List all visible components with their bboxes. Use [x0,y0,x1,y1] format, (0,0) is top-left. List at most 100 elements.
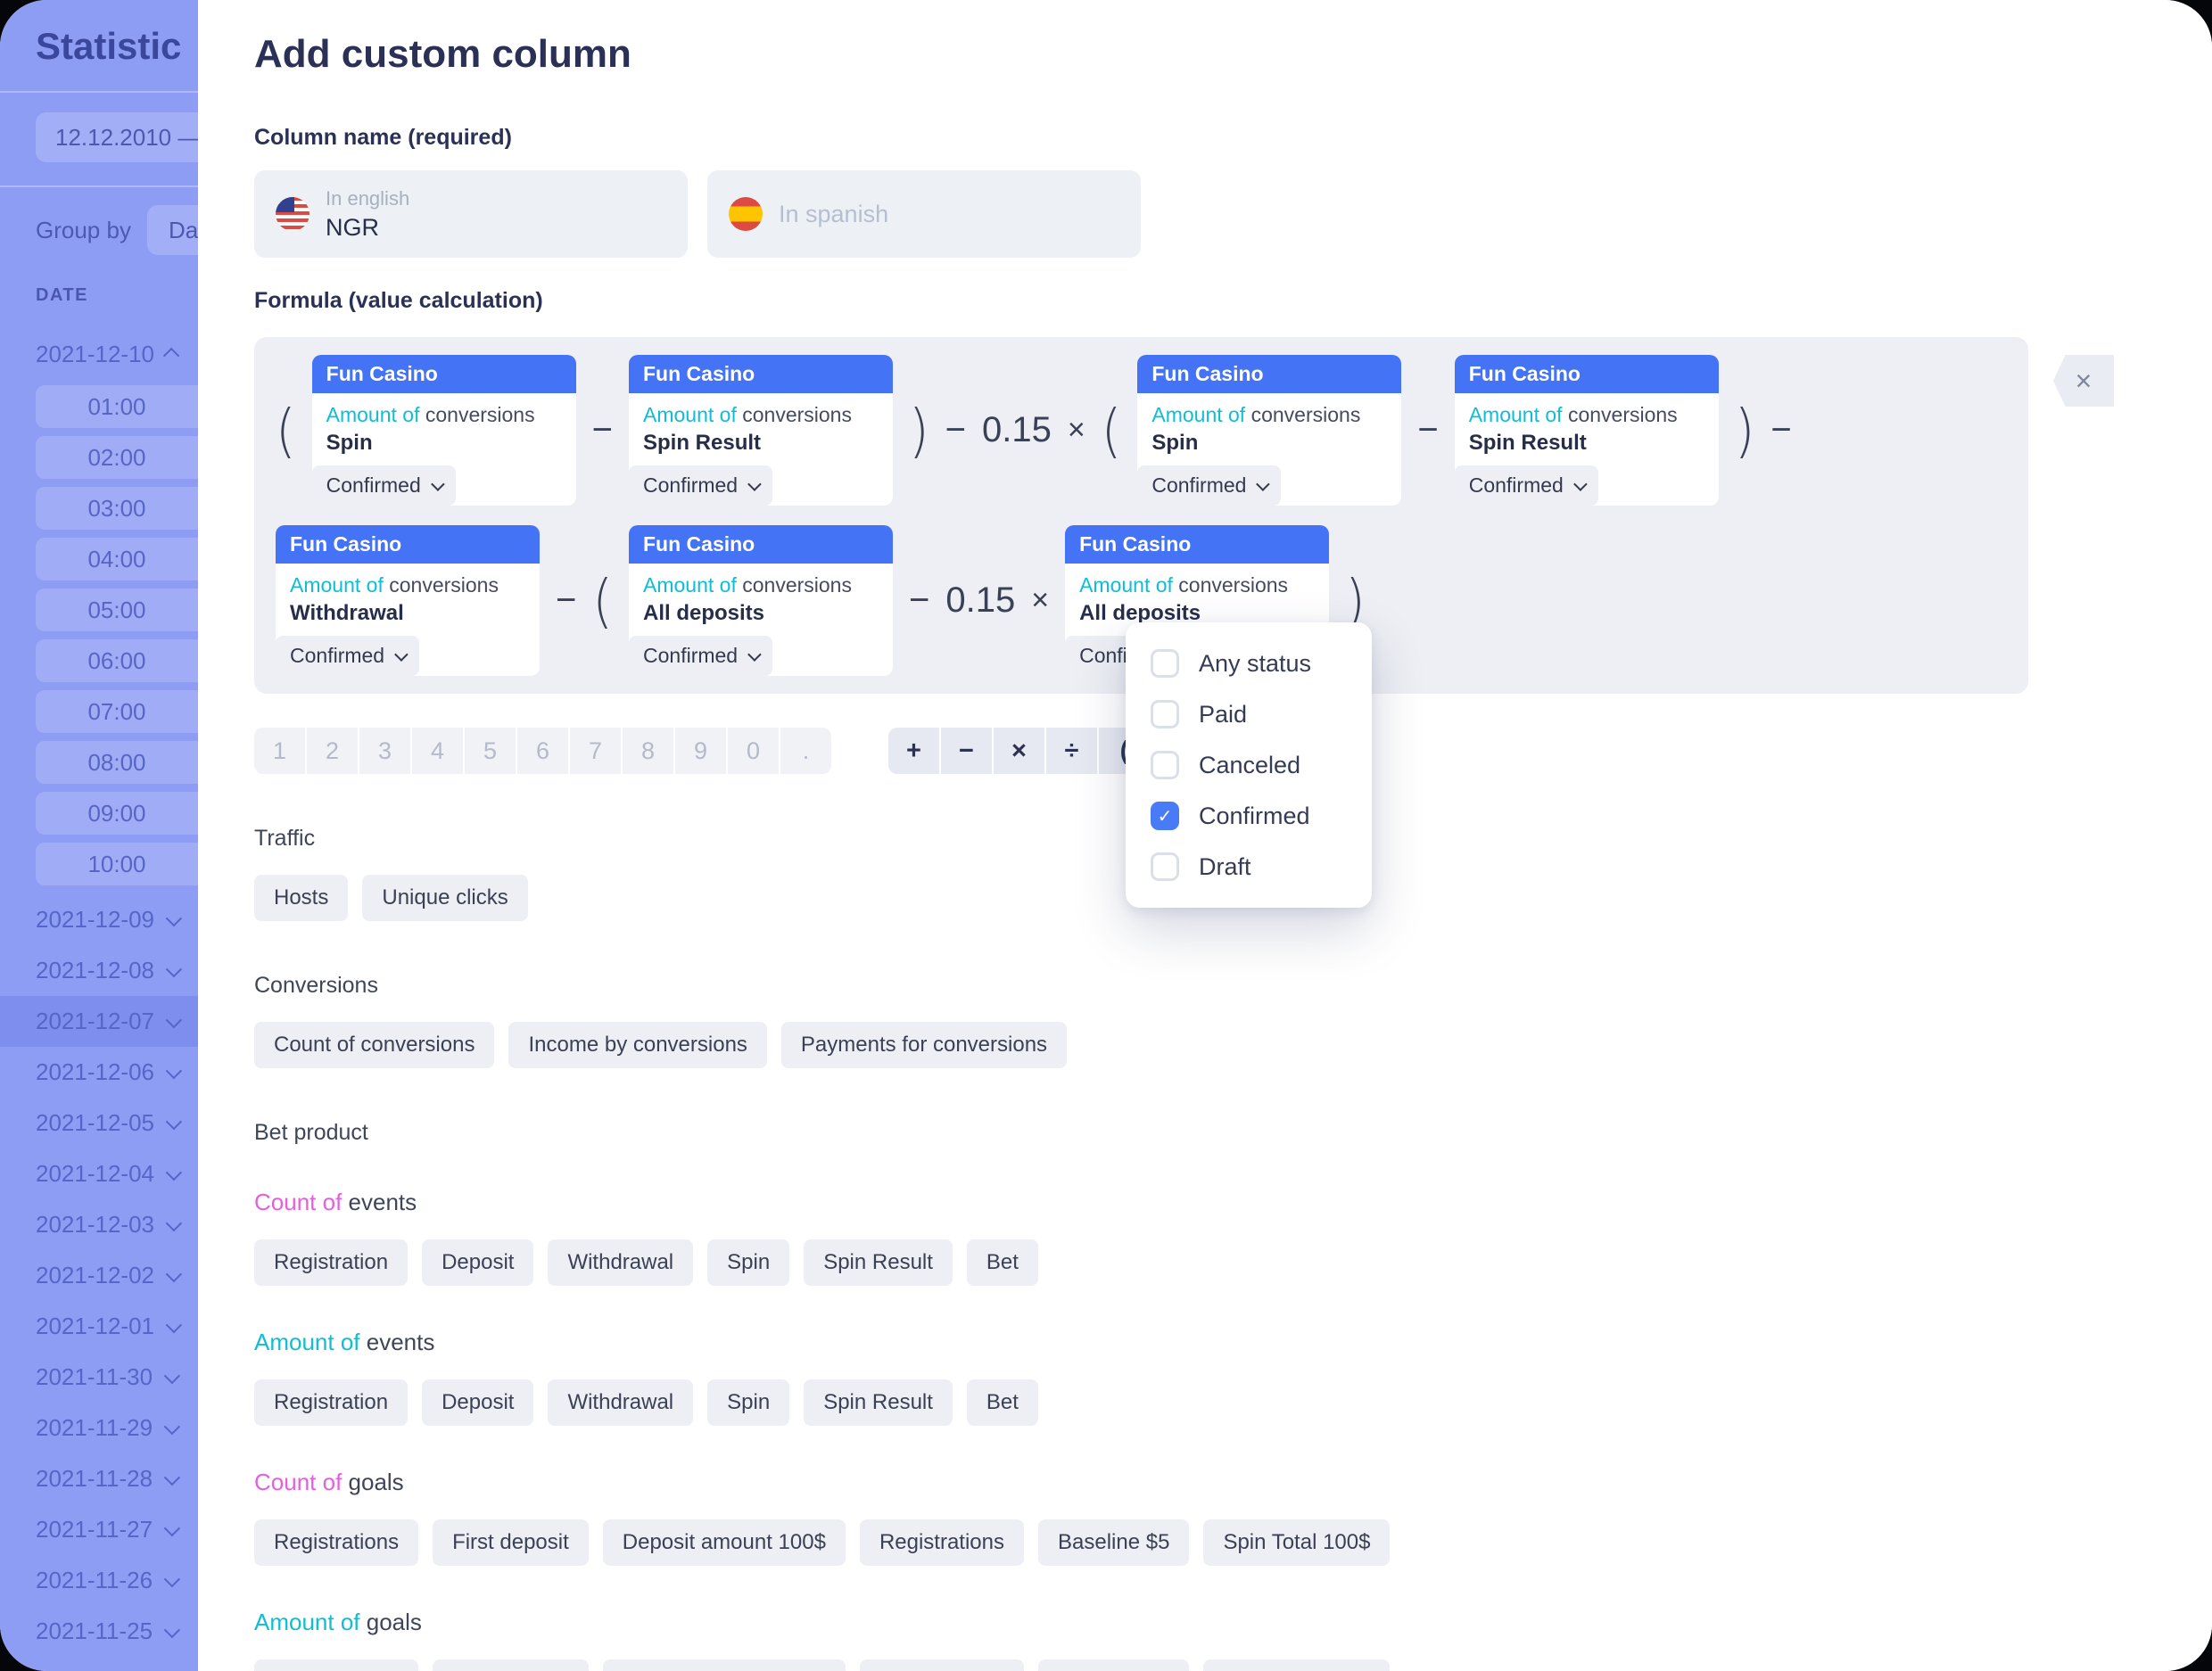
group-by-select[interactable]: Da [147,205,198,255]
keypad-key-dot[interactable]: . [780,728,831,774]
hour-item[interactable]: 01:00 [36,385,198,428]
sidebar-date-item[interactable]: 2021-12-05 [0,1098,198,1148]
hour-item[interactable]: 07:00 [36,690,198,733]
hour-item[interactable]: 10:00 [36,843,198,885]
column-name-spanish-input[interactable]: In spanish [707,170,1141,258]
keypad-key-7[interactable]: 7 [570,728,621,774]
hours-list: 01:00 02:00 03:00 04:00 05:00 06:00 07:00 08:00… [36,385,198,885]
sidebar-date-item[interactable]: 2021-11-30 [0,1352,198,1403]
hour-item[interactable]: 08:00 [36,741,198,784]
chip-registrations[interactable]: Registrations [860,1519,1024,1566]
hour-item[interactable]: 03:00 [36,487,198,530]
chevron-down-icon [747,647,762,662]
chip-registrations[interactable]: Registrations [860,1659,1024,1671]
checkbox[interactable] [1151,649,1179,678]
keypad-key-5[interactable]: 5 [465,728,516,774]
chip-registration[interactable]: Registration [254,1239,408,1286]
chip-registrations[interactable]: Registrations [254,1659,418,1671]
checkbox[interactable] [1151,751,1179,779]
status-filter-dropdown[interactable]: Confirmed [276,636,419,676]
chip-bet[interactable]: Bet [967,1239,1038,1286]
chip-registrations[interactable]: Registrations [254,1519,418,1566]
hour-item[interactable]: 05:00 [36,589,198,631]
chip-deposit-amount-100-[interactable]: Deposit amount 100$ [603,1519,846,1566]
formula-card-event: Spin [326,429,562,457]
chip-deposit[interactable]: Deposit [422,1239,533,1286]
status-filter-dropdown[interactable]: Confirmed [1137,465,1281,506]
formula-number: 0.15 [945,580,1015,621]
hour-item[interactable]: 04:00 [36,538,198,580]
sidebar-date-item[interactable]: 2021-11-26 [0,1555,198,1606]
keypad-key-multiply[interactable]: × [994,728,1044,774]
hour-item[interactable]: 09:00 [36,792,198,835]
sidebar-date-item[interactable]: 2021-12-04 [0,1148,198,1199]
checkbox-checked[interactable]: ✓ [1151,802,1179,830]
column-name-english-input[interactable]: In english NGR [254,170,688,258]
sidebar-date-item[interactable]: 2021-12-02 [0,1250,198,1301]
chip-spin[interactable]: Spin [707,1239,789,1286]
chip-withdrawal[interactable]: Withdrawal [548,1239,693,1286]
chip-spin-total-100-[interactable]: Spin Total 100$ [1203,1659,1390,1671]
chip-registration[interactable]: Registration [254,1379,408,1426]
status-filter-dropdown[interactable]: Confirmed [312,465,456,506]
date-range-picker[interactable]: 12.12.2010 — 1 [36,112,198,162]
sidebar-date-item[interactable]: 2021-12-01 [0,1301,198,1352]
keypad-key-plus[interactable]: + [888,728,939,774]
sidebar-date-item[interactable]: 2021-12-03 [0,1199,198,1250]
keypad-key-2[interactable]: 2 [307,728,358,774]
sidebar-date-item-expanded[interactable]: 2021-12-10 [0,329,198,380]
hour-item[interactable]: 02:00 [36,436,198,479]
sidebar-date-item[interactable]: 2021-12-07 [0,996,198,1047]
hour-item[interactable]: 06:00 [36,639,198,682]
status-filter-dropdown[interactable]: Confirmed [1455,465,1598,506]
formula-card-product: Fun Casino [312,355,576,393]
chip-hosts[interactable]: Hosts [254,875,348,921]
chevron-down-icon [166,1165,182,1181]
chip-deposit-amount-100-[interactable]: Deposit amount 100$ [603,1659,846,1671]
status-option-paid[interactable]: Paid [1151,700,1347,728]
chip-baseline-5[interactable]: Baseline $5 [1038,1519,1189,1566]
status-option-confirmed[interactable]: ✓Confirmed [1151,802,1347,830]
chip-first-deposit[interactable]: First deposit [433,1659,589,1671]
formula-operator: − [556,580,576,621]
status-option-any-status[interactable]: Any status [1151,649,1347,678]
chip-spin-result[interactable]: Spin Result [804,1239,953,1286]
sidebar-date-item[interactable]: 2021-12-09 [0,894,198,945]
date-label: 2021-12-10 [36,341,154,368]
chip-spin[interactable]: Spin [707,1379,789,1426]
chip-count-of-conversions[interactable]: Count of conversions [254,1022,494,1068]
chip-first-deposit[interactable]: First deposit [433,1519,589,1566]
keypad-key-6[interactable]: 6 [517,728,568,774]
status-option-draft[interactable]: Draft [1151,852,1347,881]
chip-bet[interactable]: Bet [967,1379,1038,1426]
keypad-key-4[interactable]: 4 [412,728,463,774]
chip-deposit[interactable]: Deposit [422,1379,533,1426]
chip-spin-total-100-[interactable]: Spin Total 100$ [1203,1519,1390,1566]
sidebar-date-item[interactable]: 2021-11-25 [0,1606,198,1657]
sidebar-date-item[interactable]: 2021-11-27 [0,1504,198,1555]
chip-spin-result[interactable]: Spin Result [804,1379,953,1426]
keypad-key-minus[interactable]: − [941,728,992,774]
chip-withdrawal[interactable]: Withdrawal [548,1379,693,1426]
keypad-key-1[interactable]: 1 [254,728,305,774]
sidebar-date-item[interactable]: 2021-12-08 [0,945,198,996]
sidebar-date-item[interactable]: 2021-12-06 [0,1047,198,1098]
keypad-key-9[interactable]: 9 [675,728,726,774]
sidebar-date-item[interactable]: 2021-11-28 [0,1453,198,1504]
status-filter-dropdown[interactable]: Confirmed [629,465,772,506]
keypad-key-3[interactable]: 3 [359,728,410,774]
checkbox[interactable] [1151,852,1179,881]
sidebar-date-item[interactable]: 2021-11-29 [0,1403,198,1453]
chip-payments-for-conversions[interactable]: Payments for conversions [781,1022,1067,1068]
chip-income-by-conversions[interactable]: Income by conversions [508,1022,766,1068]
chip-baseline-5[interactable]: Baseline $5 [1038,1659,1189,1671]
keypad-key-divide[interactable]: ÷ [1046,728,1097,774]
status-filter-dropdown[interactable]: Confirmed [629,636,772,676]
remove-formula-button[interactable]: × [2053,355,2114,407]
formula-operator: − [909,580,929,621]
checkbox[interactable] [1151,700,1179,728]
chip-unique-clicks[interactable]: Unique clicks [362,875,527,921]
keypad-key-0[interactable]: 0 [728,728,779,774]
keypad-key-8[interactable]: 8 [623,728,673,774]
status-option-canceled[interactable]: Canceled [1151,751,1347,779]
